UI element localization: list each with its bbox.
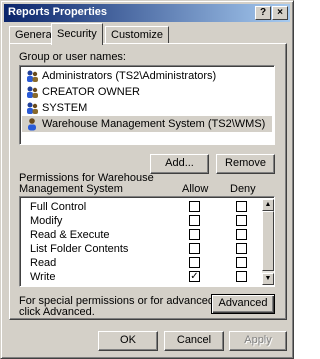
allow-checkbox[interactable] <box>189 215 200 226</box>
tab-security[interactable]: Security <box>51 23 103 45</box>
list-item-selected[interactable]: Warehouse Management System (TS2\WMS) <box>22 116 272 132</box>
allow-checkbox[interactable] <box>189 243 200 254</box>
user-list[interactable]: Administrators (TS2\Administrators) CREA… <box>19 65 275 145</box>
permission-name: Modify <box>30 215 63 227</box>
permissions-scrollbar[interactable]: ▲ ▼ <box>262 199 274 285</box>
permission-name: Full Control <box>30 201 87 213</box>
special-permissions-text-line2: click Advanced. <box>19 306 95 318</box>
user-name: Warehouse Management System (TS2\WMS) <box>42 118 266 130</box>
permissions-list[interactable]: Full Control Modify Read & Execute List … <box>19 196 275 287</box>
scroll-thumb[interactable] <box>262 211 274 271</box>
allow-checkbox[interactable]: ✓ <box>189 271 200 282</box>
cancel-button-label: Cancel <box>176 334 212 346</box>
apply-button-label: Apply <box>244 334 272 346</box>
permission-name: List Folder Contents <box>30 243 129 255</box>
allow-checkbox[interactable] <box>189 201 200 212</box>
deny-checkbox[interactable] <box>236 201 247 212</box>
deny-checkbox[interactable] <box>236 215 247 226</box>
advanced-button-label: Advanced <box>218 297 268 309</box>
user-name: Administrators (TS2\Administrators) <box>42 70 217 82</box>
deny-checkbox[interactable] <box>236 243 247 254</box>
apply-button[interactable]: Apply <box>229 331 287 351</box>
list-item[interactable]: Administrators (TS2\Administrators) <box>22 68 272 84</box>
user-name: CREATOR OWNER <box>42 86 140 98</box>
close-button[interactable]: × <box>272 6 288 20</box>
group-names-label: Group or user names: <box>19 51 126 63</box>
window-title: Reports Properties <box>8 6 108 18</box>
permission-name: Read & Execute <box>30 229 110 241</box>
advanced-button[interactable]: Advanced <box>211 294 275 314</box>
add-button[interactable]: Add... <box>150 154 209 174</box>
help-button[interactable]: ? <box>255 6 271 20</box>
remove-button[interactable]: Remove <box>216 154 275 174</box>
cancel-button[interactable]: Cancel <box>164 331 224 351</box>
remove-button-label: Remove <box>225 157 266 169</box>
ok-button[interactable]: OK <box>98 331 158 351</box>
deny-checkbox[interactable] <box>236 229 247 240</box>
users-group-icon <box>27 70 38 82</box>
allow-checkbox[interactable] <box>189 229 200 240</box>
tab-customize[interactable]: Customize <box>105 26 169 44</box>
title-bar[interactable]: Reports Properties ? × <box>4 4 290 22</box>
user-name: SYSTEM <box>42 102 88 114</box>
deny-checkbox[interactable] <box>236 257 247 268</box>
ok-button-label: OK <box>120 334 136 346</box>
users-group-icon <box>27 86 38 98</box>
add-button-label: Add... <box>165 157 194 169</box>
permissions-label-line2: Management System <box>19 183 123 195</box>
permission-name: Write <box>30 271 56 283</box>
scroll-down-icon[interactable]: ▼ <box>262 273 274 285</box>
permission-name: Read <box>30 257 57 269</box>
deny-header: Deny <box>230 183 256 195</box>
users-group-icon <box>27 102 38 114</box>
allow-header: Allow <box>182 183 209 195</box>
allow-checkbox[interactable] <box>189 257 200 268</box>
scroll-up-icon[interactable]: ▲ <box>262 199 274 211</box>
user-icon <box>28 118 36 131</box>
list-item[interactable]: CREATOR OWNER <box>22 84 272 100</box>
properties-dialog: Reports Properties ? × General Security … <box>0 0 294 359</box>
deny-checkbox[interactable] <box>236 271 247 282</box>
list-item[interactable]: SYSTEM <box>22 100 272 116</box>
